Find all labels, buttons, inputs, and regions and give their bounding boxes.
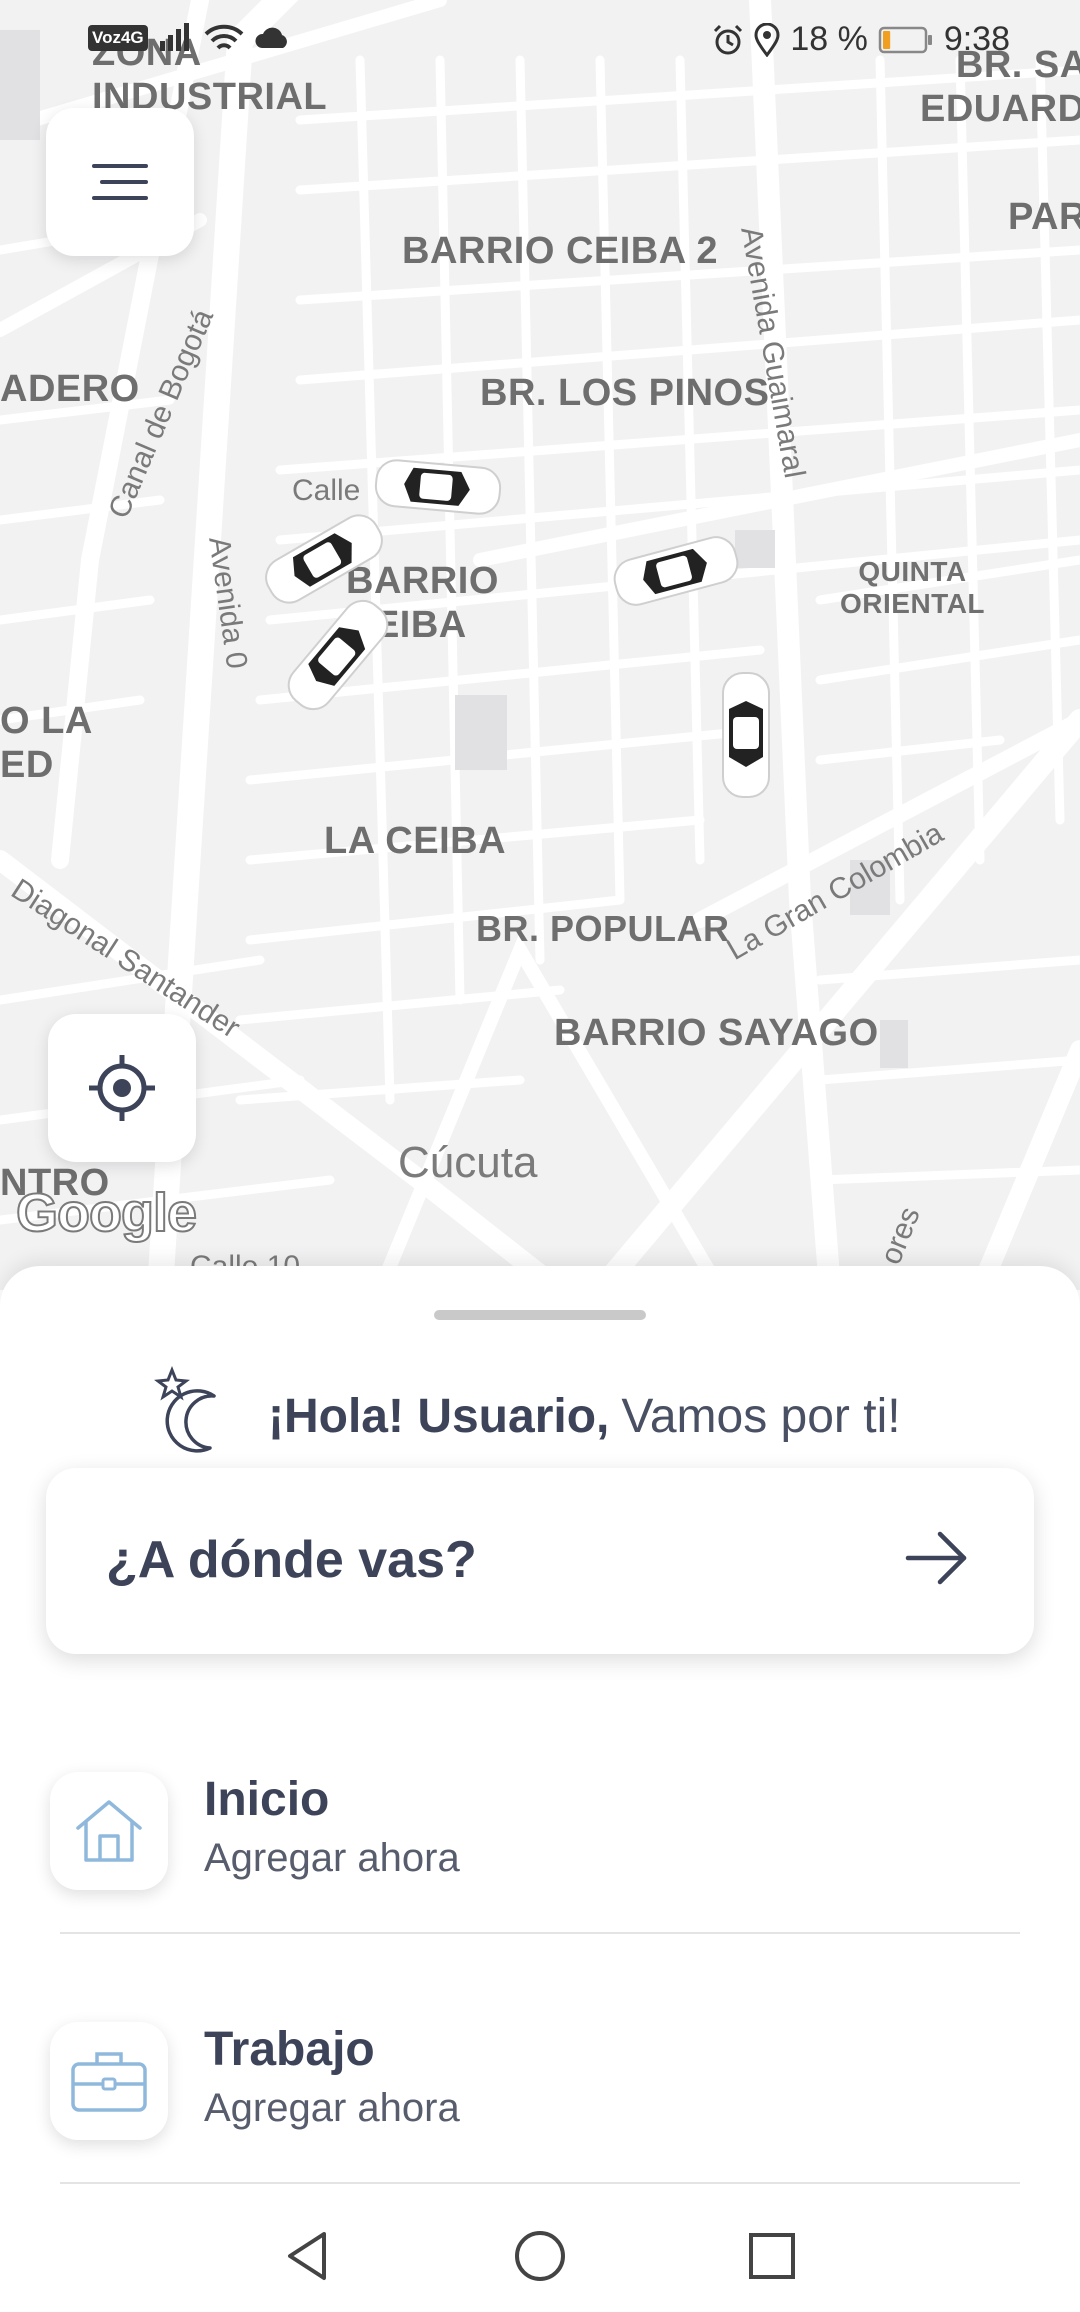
car-marker (374, 459, 502, 515)
briefcase-icon-tile (50, 2022, 168, 2140)
divider (60, 1932, 1020, 1934)
saved-place-home[interactable]: Inicio Agregar ahora (46, 1748, 1034, 1908)
status-bar: Voz4G 18 % 9:38 (0, 0, 1080, 80)
destination-search-label: ¿A dónde vas? (106, 1531, 477, 1589)
sheet-drag-handle[interactable] (434, 1310, 646, 1320)
map-label-quinta-oriental: QUINTA ORIENTAL (840, 556, 986, 620)
greeting: ¡Hola! Usuario, Vamos por ti! (150, 1366, 901, 1466)
destination-search-button[interactable]: ¿A dónde vas? (46, 1468, 1034, 1654)
home-icon (76, 1800, 142, 1862)
alarm-icon (714, 24, 743, 54)
saved-place-title: Inicio (204, 1773, 330, 1826)
system-nav-bar (0, 2200, 1080, 2312)
saved-place-subtitle: Agregar ahora (204, 1836, 460, 1880)
battery-percent: 18 % (790, 20, 868, 58)
google-attribution: Google (15, 1182, 198, 1244)
locate-icon (89, 1055, 155, 1121)
battery-icon (878, 26, 932, 53)
nav-home-button[interactable] (512, 2228, 568, 2289)
location-icon (754, 22, 780, 57)
map-view[interactable]: ZONA INDUSTRIAL BR. SAN EDUARDO PAR BARR… (0, 0, 1080, 1290)
nav-recents-button[interactable] (744, 2228, 800, 2289)
arrow-right-icon (905, 1531, 967, 1585)
nav-back-button[interactable] (280, 2228, 336, 2289)
map-label-la-ceiba: LA CEIBA (324, 820, 507, 862)
recents-icon (749, 2233, 795, 2279)
map-label-city: Cúcuta (398, 1138, 538, 1187)
map-label-barrio-ceiba-2: BARRIO CEIBA 2 (402, 230, 718, 272)
network-badge: Voz4G (88, 25, 148, 51)
divider (60, 2182, 1020, 2184)
map-label-br-popular: BR. POPULAR (476, 908, 730, 949)
car-marker (722, 672, 770, 798)
map-label-parque: PAR (1008, 196, 1080, 238)
back-icon (288, 2232, 326, 2280)
signal-icon (159, 23, 189, 51)
greeting-name: ¡Hola! Usuario, (268, 1389, 610, 1443)
saved-place-subtitle: Agregar ahora (204, 2086, 460, 2130)
saved-place-title: Trabajo (204, 2023, 375, 2076)
home-icon-tile (50, 1772, 168, 1890)
map-label-madero: ADERO (0, 368, 140, 410)
map-label-la-red: O LA ED (0, 700, 93, 786)
wifi-icon (204, 24, 244, 50)
saved-place-work[interactable]: Trabajo Agregar ahora (46, 1998, 1034, 2158)
greeting-message: Vamos por ti! (621, 1389, 901, 1443)
map-label-br-los-pinos: BR. LOS PINOS (480, 372, 770, 414)
locate-button[interactable] (48, 1014, 196, 1162)
home-circle-icon (515, 2231, 565, 2281)
menu-icon (92, 164, 148, 200)
cloud-icon (255, 27, 287, 48)
briefcase-icon (71, 2052, 147, 2112)
moon-star-icon (154, 1366, 216, 1453)
street-label-calle: Calle (292, 474, 361, 507)
menu-button[interactable] (46, 108, 194, 256)
bottom-sheet: ¡Hola! Usuario, Vamos por ti! ¿A dónde v… (0, 1266, 1080, 2312)
map-label-barrio-sayago: BARRIO SAYAGO (554, 1012, 879, 1054)
clock: 9:38 (943, 20, 1010, 58)
